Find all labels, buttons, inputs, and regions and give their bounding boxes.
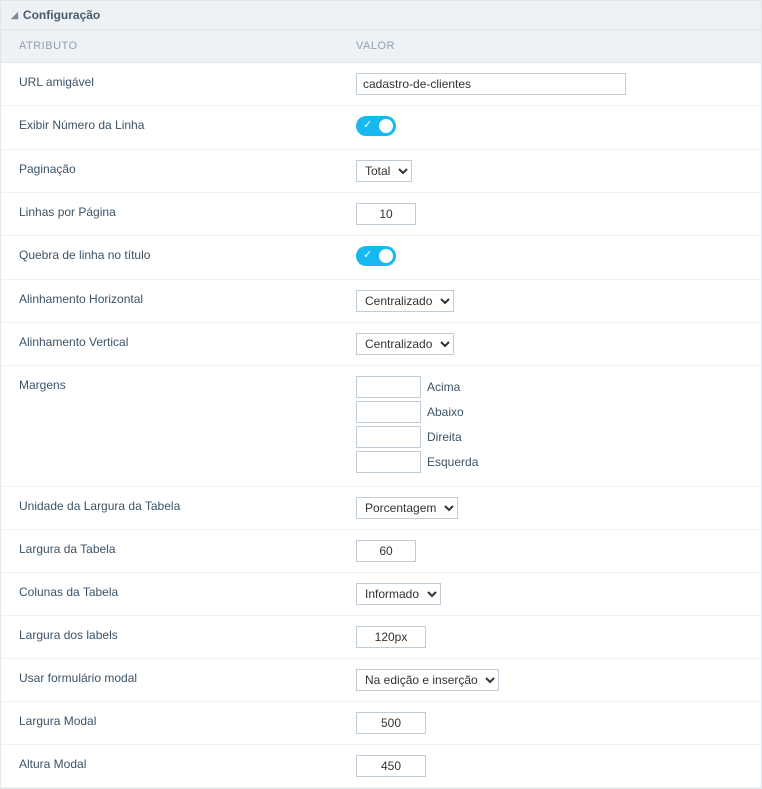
config-panel: ◢ Configuração ATRIBUTO VALOR URL amigáv… [0,0,762,789]
toggle-knob [379,249,393,263]
toggle-knob [379,119,393,133]
label-title-line-break: Quebra de linha no título [11,246,356,262]
column-headers: ATRIBUTO VALOR [1,30,761,63]
text-margin-bottom: Abaixo [427,405,464,419]
check-icon: ✓ [363,118,372,131]
label-margins: Margens [11,376,356,392]
row-table-width: Largura da Tabela [1,530,761,573]
row-lines-per-page: Linhas por Página [1,193,761,236]
row-modal-width: Largura Modal [1,702,761,745]
column-val-header: VALOR [356,40,751,52]
label-labels-width: Largura dos labels [11,626,356,642]
select-table-width-unit[interactable]: Porcentagem [356,497,458,519]
row-pagination: Paginação Total [1,150,761,193]
label-table-width-unit: Unidade da Largura da Tabela [11,497,356,513]
input-modal-width[interactable] [356,712,426,734]
label-pagination: Paginação [11,160,356,176]
input-modal-height[interactable] [356,755,426,777]
row-modal-height: Altura Modal [1,745,761,788]
toggle-show-line-number[interactable]: ✓ [356,116,396,136]
input-table-width[interactable] [356,540,416,562]
toggle-title-line-break[interactable]: ✓ [356,246,396,266]
select-table-columns[interactable]: Informado [356,583,441,605]
label-show-line-number: Exibir Número da Linha [11,116,356,132]
row-labels-width: Largura dos labels [1,616,761,659]
text-margin-right: Direita [427,430,462,444]
input-margin-bottom[interactable] [356,401,421,423]
panel-header[interactable]: ◢ Configuração [1,1,761,30]
label-table-width: Largura da Tabela [11,540,356,556]
row-h-align: Alinhamento Horizontal Centralizado [1,280,761,323]
select-h-align[interactable]: Centralizado [356,290,454,312]
row-table-width-unit: Unidade da Largura da Tabela Porcentagem [1,487,761,530]
label-table-columns: Colunas da Tabela [11,583,356,599]
row-title-line-break: Quebra de linha no título ✓ [1,236,761,280]
row-table-columns: Colunas da Tabela Informado [1,573,761,616]
input-margin-top[interactable] [356,376,421,398]
select-pagination[interactable]: Total [356,160,412,182]
label-modal-height: Altura Modal [11,755,356,771]
label-url-friendly: URL amigável [11,73,356,89]
text-margin-top: Acima [427,380,460,394]
column-attr-header: ATRIBUTO [11,40,356,52]
row-margins: Margens Acima Abaixo Direita Esquerda [1,366,761,487]
text-margin-left: Esquerda [427,455,478,469]
label-lines-per-page: Linhas por Página [11,203,356,219]
label-use-modal: Usar formulário modal [11,669,356,685]
select-use-modal[interactable]: Na edição e inserção [356,669,499,691]
input-url-friendly[interactable] [356,73,626,95]
input-lines-per-page[interactable] [356,203,416,225]
check-icon: ✓ [363,248,372,261]
row-use-modal: Usar formulário modal Na edição e inserç… [1,659,761,702]
select-v-align[interactable]: Centralizado [356,333,454,355]
row-show-line-number: Exibir Número da Linha ✓ [1,106,761,150]
row-v-align: Alinhamento Vertical Centralizado [1,323,761,366]
label-v-align: Alinhamento Vertical [11,333,356,349]
collapse-icon: ◢ [11,10,18,21]
panel-title: Configuração [23,8,100,22]
row-url-friendly: URL amigável [1,63,761,106]
label-modal-width: Largura Modal [11,712,356,728]
input-margin-left[interactable] [356,451,421,473]
input-labels-width[interactable] [356,626,426,648]
input-margin-right[interactable] [356,426,421,448]
label-h-align: Alinhamento Horizontal [11,290,356,306]
